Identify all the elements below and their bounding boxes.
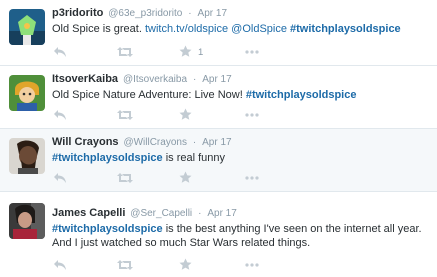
reply-icon[interactable] xyxy=(53,109,67,123)
separator-dot: · xyxy=(192,137,197,148)
tweet-text-plain: Old Spice Nature Adventure: Live Now! xyxy=(52,89,243,101)
avatar-image xyxy=(9,138,45,174)
retweet-icon[interactable] xyxy=(117,46,133,60)
tweet-fullname[interactable]: James Capelli xyxy=(52,207,125,219)
favorite-icon[interactable] xyxy=(179,108,192,122)
avatar[interactable] xyxy=(9,9,45,45)
reply-icon[interactable] xyxy=(53,259,67,273)
retweet-icon[interactable] xyxy=(117,259,133,273)
favorite-icon[interactable] xyxy=(179,258,192,272)
tweet-actions xyxy=(52,108,312,123)
tweet-username[interactable]: @Ser_Capelli xyxy=(130,208,192,219)
avatar-image xyxy=(9,9,45,45)
tweet-hashtag[interactable]: #twitchplaysoldspice xyxy=(52,152,163,164)
more-icon[interactable] xyxy=(245,113,259,127)
tweet-text: #twitchplaysoldspice is real funny xyxy=(52,151,429,165)
avatar[interactable] xyxy=(9,203,45,239)
tweet-text-plain: is real funny xyxy=(165,152,226,164)
tweet-item[interactable]: ItsoverKaiba @Itsoverkaiba · Apr 17 Old … xyxy=(0,66,437,129)
tweet-link[interactable]: twitch.tv/oldspice xyxy=(145,23,228,35)
tweet-timestamp[interactable]: Apr 17 xyxy=(207,208,236,219)
tweet-username[interactable]: @63e_p3ridorito xyxy=(108,8,182,19)
tweet-actions xyxy=(52,258,312,273)
tweet-timestamp[interactable]: Apr 17 xyxy=(202,74,231,85)
tweet-timestamp[interactable]: Apr 17 xyxy=(202,137,231,148)
tweet-actions: 1 xyxy=(52,45,312,60)
tweet-hashtag[interactable]: #twitchplaysoldspice xyxy=(290,23,401,35)
tweet-actions xyxy=(52,171,312,186)
tweet-text: Old Spice Nature Adventure: Live Now! #t… xyxy=(52,88,429,102)
reply-icon[interactable] xyxy=(53,46,67,60)
tweet-username[interactable]: @Itsoverkaiba xyxy=(123,74,187,85)
retweet-icon[interactable] xyxy=(117,109,133,123)
separator-dot: · xyxy=(192,74,197,85)
tweet-hashtag[interactable]: #twitchplaysoldspice xyxy=(52,223,163,235)
tweet-text: Old Spice is great. twitch.tv/oldspice @… xyxy=(52,22,429,36)
favorite-count: 1 xyxy=(198,47,204,58)
tweet-item[interactable]: p3ridorito @63e_p3ridorito · Apr 17 Old … xyxy=(0,0,437,66)
avatar-image xyxy=(9,75,45,111)
avatar-image xyxy=(9,203,45,239)
tweet-fullname[interactable]: Will Crayons xyxy=(52,136,119,148)
separator-dot: · xyxy=(198,208,202,219)
avatar[interactable] xyxy=(9,138,45,174)
tweet-text: #twitchplaysoldspice is the best anythin… xyxy=(52,222,429,250)
favorite-icon[interactable] xyxy=(179,45,192,59)
tweet-mention[interactable]: @OldSpice xyxy=(231,23,287,35)
tweet-username[interactable]: @WillCrayons xyxy=(123,137,187,148)
tweet-item[interactable]: Will Crayons @WillCrayons · Apr 17 #twit… xyxy=(0,129,437,192)
tweet-timeline: p3ridorito @63e_p3ridorito · Apr 17 Old … xyxy=(0,0,437,277)
more-icon[interactable] xyxy=(245,50,259,64)
more-icon[interactable] xyxy=(245,263,259,277)
favorite-icon[interactable] xyxy=(179,171,192,185)
avatar[interactable] xyxy=(9,75,45,111)
retweet-icon[interactable] xyxy=(117,172,133,186)
tweet-fullname[interactable]: ItsoverKaiba xyxy=(52,73,118,85)
tweet-timestamp[interactable]: Apr 17 xyxy=(198,8,227,19)
tweet-hashtag[interactable]: #twitchplaysoldspice xyxy=(246,89,357,101)
more-icon[interactable] xyxy=(245,176,259,190)
reply-icon[interactable] xyxy=(53,172,67,186)
tweet-item[interactable]: James Capelli @Ser_Capelli · Apr 17 #twi… xyxy=(0,192,437,277)
tweet-text-plain: Old Spice is great. xyxy=(52,23,142,35)
separator-dot: · xyxy=(188,8,192,19)
tweet-fullname[interactable]: p3ridorito xyxy=(52,7,103,19)
